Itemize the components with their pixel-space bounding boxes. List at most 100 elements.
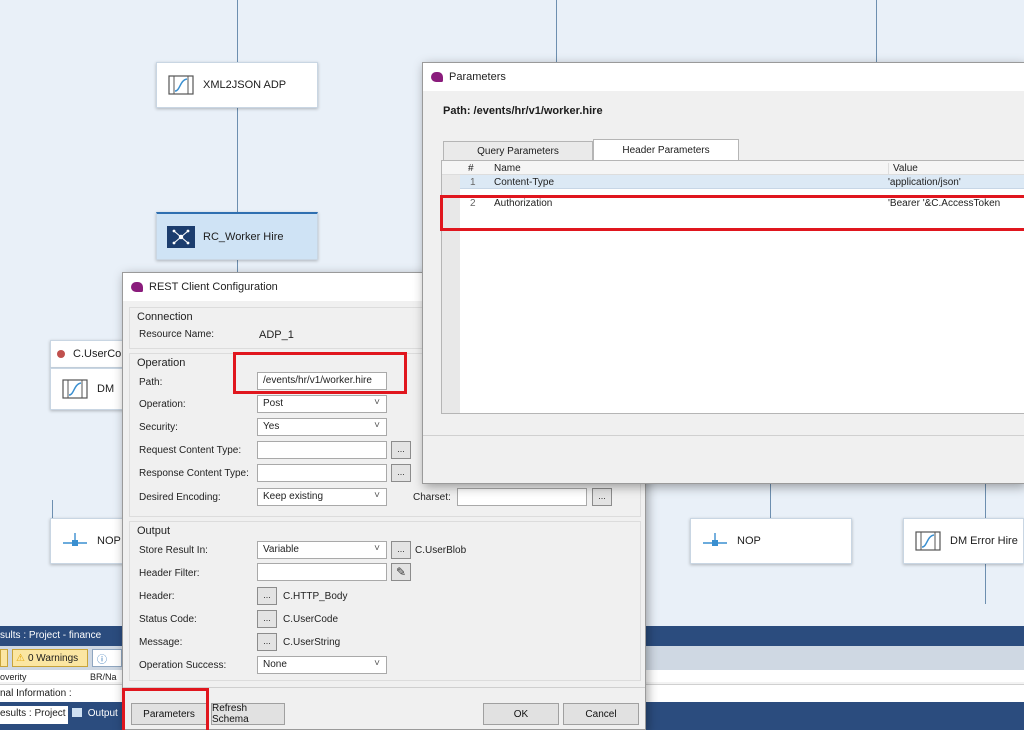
request-content-type-label: Request Content Type: (139, 445, 242, 456)
header-filter-input[interactable] (257, 563, 387, 581)
response-content-type-browse-button[interactable]: ... (391, 464, 411, 482)
node-label: DM Error Hire (950, 535, 1018, 547)
dm-node[interactable]: DM (50, 368, 130, 410)
additional-info-label: nal Information : (0, 688, 72, 699)
request-content-type-input[interactable] (257, 441, 387, 459)
header-variable: C.HTTP_Body (283, 591, 348, 602)
row-num: 1 (470, 177, 476, 188)
warnings-filter[interactable]: ⚠ 0 Warnings (12, 649, 88, 667)
resource-name-label: Resource Name: (139, 329, 215, 340)
nop-icon (61, 530, 89, 552)
warning-icon: ⚠ (16, 652, 25, 664)
security-label: Security: (139, 422, 178, 433)
data-map-icon (167, 74, 195, 96)
tab-header-parameters[interactable]: Header Parameters (593, 139, 739, 161)
parameters-button-highlight (122, 688, 209, 730)
info-icon: ⓘ (97, 655, 107, 666)
col-name: Name (494, 163, 521, 174)
refresh-schema-button[interactable]: Refresh Schema (211, 703, 285, 725)
nop-node-mid[interactable]: NOP (690, 518, 852, 564)
cancel-button[interactable]: Cancel (563, 703, 639, 725)
connection-header: Connection (137, 311, 193, 323)
node-label: RC_Worker Hire (203, 230, 284, 243)
results-title: sults : Project - finance (0, 630, 102, 641)
charset-label: Charset: (413, 492, 451, 503)
request-content-type-browse-button[interactable]: ... (391, 441, 411, 459)
dm-error-hire-node[interactable]: DM Error Hire (903, 518, 1024, 564)
data-map-icon (914, 530, 942, 552)
parameters-dialog: Parameters Path: /events/hr/v1/worker.hi… (422, 62, 1024, 484)
header-browse-button[interactable]: ... (257, 587, 277, 605)
table-row[interactable]: 1 Content-Type 'application/json' (460, 175, 1024, 189)
path-label: Path: (139, 377, 163, 388)
rest-client-icon (167, 225, 195, 248)
header-label: Header: (139, 591, 175, 602)
data-map-icon (61, 378, 89, 400)
operation-success-label: Operation Success: (139, 660, 227, 671)
store-result-select[interactable]: Variable (257, 541, 387, 559)
message-variable: C.UserString (283, 637, 341, 648)
rc-worker-hire-node[interactable]: RC_Worker Hire (156, 212, 318, 260)
nop-icon (701, 530, 729, 552)
desired-encoding-select[interactable]: Keep existing (257, 488, 387, 506)
record-dot-icon (57, 350, 65, 358)
tab-results-project[interactable]: esults : Project (0, 706, 68, 724)
grid-header-row: # Name Value (442, 161, 1024, 175)
tab-output-label: Output (87, 708, 118, 719)
br-name-col: BR/Na (90, 672, 117, 682)
charset-browse-button[interactable]: ... (592, 488, 612, 506)
message-browse-button[interactable]: ... (257, 633, 277, 651)
ok-button[interactable]: OK (483, 703, 559, 725)
path-highlight (233, 352, 407, 394)
header-filter-label: Header Filter: (139, 568, 200, 579)
node-label: XML2JSON ADP (203, 79, 287, 91)
parameters-path: Path: /events/hr/v1/worker.hire (443, 105, 603, 117)
node-label: DM (97, 383, 115, 395)
operation-success-select[interactable]: None (257, 656, 387, 674)
node-label: NOP (97, 535, 121, 547)
charset-input[interactable] (457, 488, 587, 506)
severity-col: overity (0, 672, 27, 682)
desired-encoding-label: Desired Encoding: (139, 492, 221, 503)
response-content-type-input[interactable] (257, 464, 387, 482)
parameters-footer-divider (423, 435, 1024, 436)
xml2json-node[interactable]: XML2JSON ADP (156, 62, 318, 108)
info-filter[interactable]: ⓘ (92, 649, 122, 667)
col-value: Value (888, 163, 918, 174)
status-code-variable: C.UserCode (283, 614, 339, 625)
parameters-titlebar: Parameters (423, 63, 1024, 91)
operation-header: Operation (137, 357, 186, 369)
user-code-node[interactable]: C.UserCo (50, 340, 130, 368)
pencil-icon: ✎ (395, 565, 407, 579)
output-icon (72, 708, 82, 717)
col-num: # (468, 163, 474, 174)
store-result-variable: C.UserBlob (415, 545, 467, 556)
node-label: C.UserCo (73, 348, 122, 360)
status-code-label: Status Code: (139, 614, 197, 625)
row-name[interactable]: Content-Type (494, 177, 884, 188)
header-filter-edit-button[interactable]: ✎ (391, 563, 411, 581)
node-label: NOP (737, 535, 761, 547)
tab-output[interactable]: Output (70, 706, 130, 724)
output-header: Output (137, 525, 171, 537)
operation-select[interactable]: Post (257, 395, 387, 413)
store-result-label: Store Result In: (139, 545, 208, 556)
nop-node-left[interactable]: NOP (50, 518, 130, 564)
operation-label: Operation: (139, 399, 186, 410)
resource-name-value: ADP_1 (259, 329, 294, 341)
row-value[interactable]: 'application/json' (888, 177, 961, 188)
authorization-row-highlight (440, 195, 1024, 231)
message-label: Message: (139, 637, 183, 648)
security-select[interactable]: Yes (257, 418, 387, 436)
rest-dialog-title: REST Client Configuration (149, 281, 278, 293)
tab-query-parameters[interactable]: Query Parameters (443, 141, 593, 161)
errors-filter[interactable] (0, 649, 8, 667)
app-logo-icon (431, 72, 443, 82)
parameters-title: Parameters (449, 71, 506, 83)
warnings-count: 0 Warnings (27, 652, 79, 664)
tab-results-label: esults : Project (0, 708, 66, 719)
response-content-type-label: Response Content Type: (139, 468, 249, 479)
status-code-browse-button[interactable]: ... (257, 610, 277, 628)
app-logo-icon (131, 282, 143, 292)
store-result-browse-button[interactable]: ... (391, 541, 411, 559)
